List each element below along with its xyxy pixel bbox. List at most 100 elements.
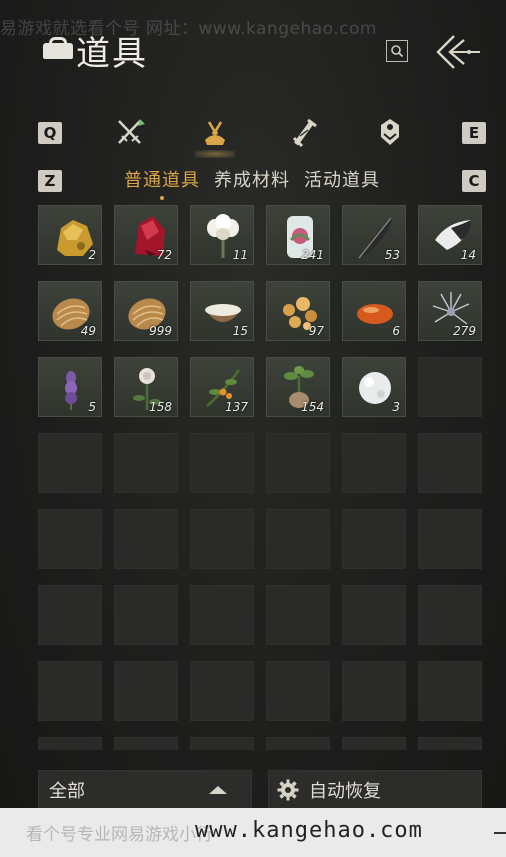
gear-icon (277, 779, 299, 801)
empty-inventory-slot[interactable] (266, 433, 330, 493)
empty-inventory-slot[interactable] (266, 509, 330, 569)
item-count: 241 (301, 248, 324, 262)
empty-inventory-slot[interactable] (418, 509, 482, 569)
inventory-slot[interactable]: 241 (266, 205, 330, 265)
inventory-grid: 2 72 11 241 53 14 49 999 15 97 6 279 5 158 137 154 3 (38, 205, 484, 750)
watermark-bottom-url: www.kangehao.com (195, 818, 423, 843)
tab-crest[interactable] (372, 114, 408, 150)
auto-restore-label: 自动恢复 (309, 781, 381, 802)
watermark-bottom: 看个号专业网易游戏小行 www.kangehao.com (0, 808, 506, 857)
inventory-slot[interactable]: 97 (266, 281, 330, 341)
empty-inventory-slot[interactable] (342, 433, 406, 493)
watermark-dash (494, 832, 506, 834)
item-count: 154 (301, 400, 324, 414)
key-q-badge[interactable]: Q (38, 122, 62, 144)
empty-inventory-slot[interactable] (418, 433, 482, 493)
inventory-slot[interactable]: 14 (418, 205, 482, 265)
crossed-swords-icon (118, 119, 145, 144)
empty-inventory-slot[interactable] (38, 585, 102, 645)
inventory-slot[interactable]: 154 (266, 357, 330, 417)
dropdown-up-arrow-icon (209, 786, 227, 794)
item-count: 97 (308, 324, 324, 338)
empty-inventory-slot[interactable] (266, 585, 330, 645)
inventory-slot[interactable]: 72 (114, 205, 178, 265)
tab-equipment[interactable] (112, 114, 148, 150)
empty-inventory-slot[interactable] (114, 737, 178, 750)
empty-inventory-slot[interactable] (114, 509, 178, 569)
empty-inventory-slot[interactable] (190, 433, 254, 493)
inventory-slot[interactable]: 6 (342, 281, 406, 341)
item-count: 6 (392, 324, 400, 338)
subtab-event-items[interactable]: 活动道具 (304, 166, 380, 192)
category-tabs: Q E (0, 112, 506, 156)
empty-inventory-slot[interactable] (342, 509, 406, 569)
empty-inventory-slot[interactable] (418, 585, 482, 645)
scroll-quill-icon (292, 118, 317, 148)
back-arrow-icon (436, 35, 480, 69)
title-area: 道具 (40, 26, 148, 74)
key-c-badge[interactable]: C (462, 170, 486, 192)
empty-inventory-slot[interactable] (38, 433, 102, 493)
item-count: 2 (88, 248, 96, 262)
item-bag-icon (205, 121, 225, 145)
empty-inventory-slot[interactable] (190, 509, 254, 569)
inventory-slot[interactable]: 158 (114, 357, 178, 417)
filter-label: 全部 (49, 781, 85, 802)
inventory-slot[interactable]: 279 (418, 281, 482, 341)
item-count: 72 (156, 248, 172, 262)
search-icon (391, 45, 404, 58)
key-z-badge[interactable]: Z (38, 170, 62, 192)
empty-inventory-slot[interactable] (190, 585, 254, 645)
back-button[interactable] (432, 32, 482, 72)
inventory-slot[interactable]: 49 (38, 281, 102, 341)
inventory-slot[interactable]: 137 (190, 357, 254, 417)
subtabs: 普通道具 养成材料 活动道具 (124, 166, 380, 192)
empty-inventory-slot[interactable] (38, 661, 102, 721)
empty-inventory-slot[interactable] (342, 585, 406, 645)
item-count: 15 (232, 324, 248, 338)
item-count: 53 (384, 248, 400, 262)
empty-inventory-slot[interactable] (418, 357, 482, 417)
inventory-slot[interactable]: 2 (38, 205, 102, 265)
inventory-slot[interactable]: 3 (342, 357, 406, 417)
inventory-slot[interactable]: 11 (190, 205, 254, 265)
item-count: 158 (149, 400, 172, 414)
auto-restore-button[interactable]: 自动恢复 (268, 770, 482, 810)
empty-inventory-slot[interactable] (418, 661, 482, 721)
empty-inventory-slot[interactable] (266, 737, 330, 750)
key-e-badge[interactable]: E (462, 122, 486, 144)
item-count: 279 (453, 324, 476, 338)
crest-icon (381, 119, 399, 145)
empty-inventory-slot[interactable] (342, 661, 406, 721)
inventory-slot[interactable]: 53 (342, 205, 406, 265)
inventory-slot[interactable]: 999 (114, 281, 178, 341)
empty-inventory-slot[interactable] (114, 661, 178, 721)
search-button[interactable] (386, 40, 408, 62)
empty-inventory-slot[interactable] (114, 433, 178, 493)
item-count: 5 (88, 400, 96, 414)
subtab-normal-items[interactable]: 普通道具 (124, 166, 200, 192)
tab-scrolls[interactable] (286, 114, 322, 150)
filter-dropdown[interactable]: 全部 (38, 770, 252, 810)
empty-inventory-slot[interactable] (38, 737, 102, 750)
watermark-bottom-text: 看个号专业网易游戏小行 (26, 825, 213, 845)
subtab-growth-materials[interactable]: 养成材料 (214, 166, 290, 192)
empty-inventory-slot[interactable] (190, 737, 254, 750)
item-count: 11 (232, 248, 248, 262)
tab-items[interactable] (197, 114, 233, 150)
item-count: 3 (392, 400, 400, 414)
item-count: 49 (80, 324, 96, 338)
page-title: 道具 (76, 33, 148, 74)
empty-inventory-slot[interactable] (418, 737, 482, 750)
empty-inventory-slot[interactable] (114, 585, 178, 645)
item-count: 14 (460, 248, 476, 262)
item-count: 137 (225, 400, 248, 414)
bag-title-icon (40, 37, 74, 63)
inventory-slot[interactable]: 5 (38, 357, 102, 417)
empty-inventory-slot[interactable] (266, 661, 330, 721)
inventory-slot[interactable]: 15 (190, 281, 254, 341)
empty-inventory-slot[interactable] (190, 661, 254, 721)
empty-inventory-slot[interactable] (342, 737, 406, 750)
item-count: 999 (149, 324, 172, 338)
empty-inventory-slot[interactable] (38, 509, 102, 569)
